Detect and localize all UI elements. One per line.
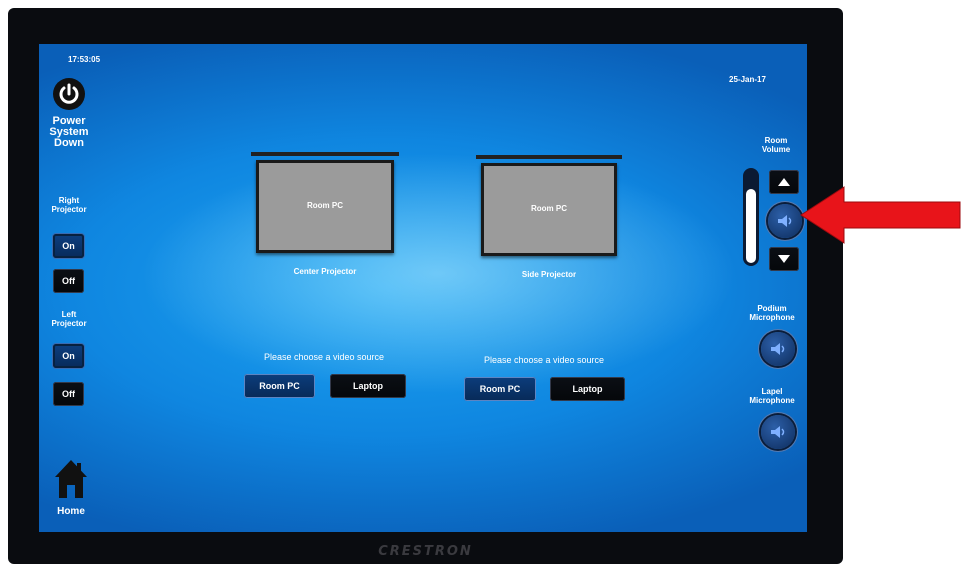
screen-housing	[476, 155, 622, 159]
center-screen-source: Room PC	[307, 201, 343, 211]
projection-surface: Room PC	[256, 160, 394, 253]
volume-level-bar[interactable]	[743, 168, 759, 266]
left-projector-off-button[interactable]: Off	[53, 382, 84, 406]
left-projector-on-button[interactable]: On	[53, 344, 84, 368]
lapel-microphone-label: Lapel Microphone	[749, 387, 795, 405]
volume-fill	[746, 188, 756, 263]
power-icon	[59, 83, 79, 104]
touch-panel-bezel: 17:53:05 25-Jan-17 Power System Down Rig…	[8, 8, 843, 564]
date-display: 25-Jan-17	[729, 75, 766, 84]
lapel-mute-button[interactable]	[761, 415, 795, 449]
center-room-pc-button[interactable]: Room PC	[244, 374, 315, 398]
podium-microphone-label: Podium Microphone	[749, 304, 795, 322]
center-laptop-button[interactable]: Laptop	[330, 374, 406, 398]
touch-panel-screen: 17:53:05 25-Jan-17 Power System Down Rig…	[39, 44, 807, 532]
crestron-logo: CRESTRON	[378, 544, 473, 559]
side-projector-label: Side Projector	[521, 270, 577, 279]
side-screen-source: Room PC	[531, 204, 567, 214]
home-icon	[55, 460, 87, 498]
right-projector-label: Right Projector	[51, 196, 87, 214]
room-volume-label: Room Volume	[761, 136, 791, 154]
right-projector-off-button[interactable]: Off	[53, 269, 84, 293]
clock-time: 17:53:05	[68, 55, 101, 64]
projection-surface: Room PC	[481, 163, 617, 256]
side-source-prompt: Please choose a video source	[483, 355, 605, 365]
side-room-pc-button[interactable]: Room PC	[464, 377, 536, 401]
volume-down-button[interactable]	[769, 247, 799, 271]
room-mute-button[interactable]	[768, 204, 802, 238]
power-label: Power System Down	[49, 115, 89, 149]
triangle-up-icon	[778, 178, 790, 186]
podium-mute-button[interactable]	[761, 332, 795, 366]
side-laptop-button[interactable]: Laptop	[550, 377, 625, 401]
left-projector-label: Left Projector	[51, 310, 87, 328]
screen-housing	[251, 152, 399, 156]
center-projector-label: Center Projector	[293, 267, 357, 276]
speaker-icon	[771, 426, 785, 438]
side-projector-screen: Room PC	[476, 155, 622, 259]
volume-up-button[interactable]	[769, 170, 799, 194]
home-label: Home	[57, 506, 85, 517]
power-button[interactable]	[53, 78, 85, 110]
triangle-down-icon	[778, 255, 790, 263]
center-projector-screen: Room PC	[251, 152, 399, 256]
center-source-prompt: Please choose a video source	[263, 352, 385, 362]
speaker-icon	[771, 343, 785, 355]
home-button[interactable]: Home	[53, 457, 89, 521]
speaker-icon	[778, 215, 792, 227]
red-arrow-icon	[800, 186, 961, 244]
right-projector-on-button[interactable]: On	[53, 234, 84, 258]
